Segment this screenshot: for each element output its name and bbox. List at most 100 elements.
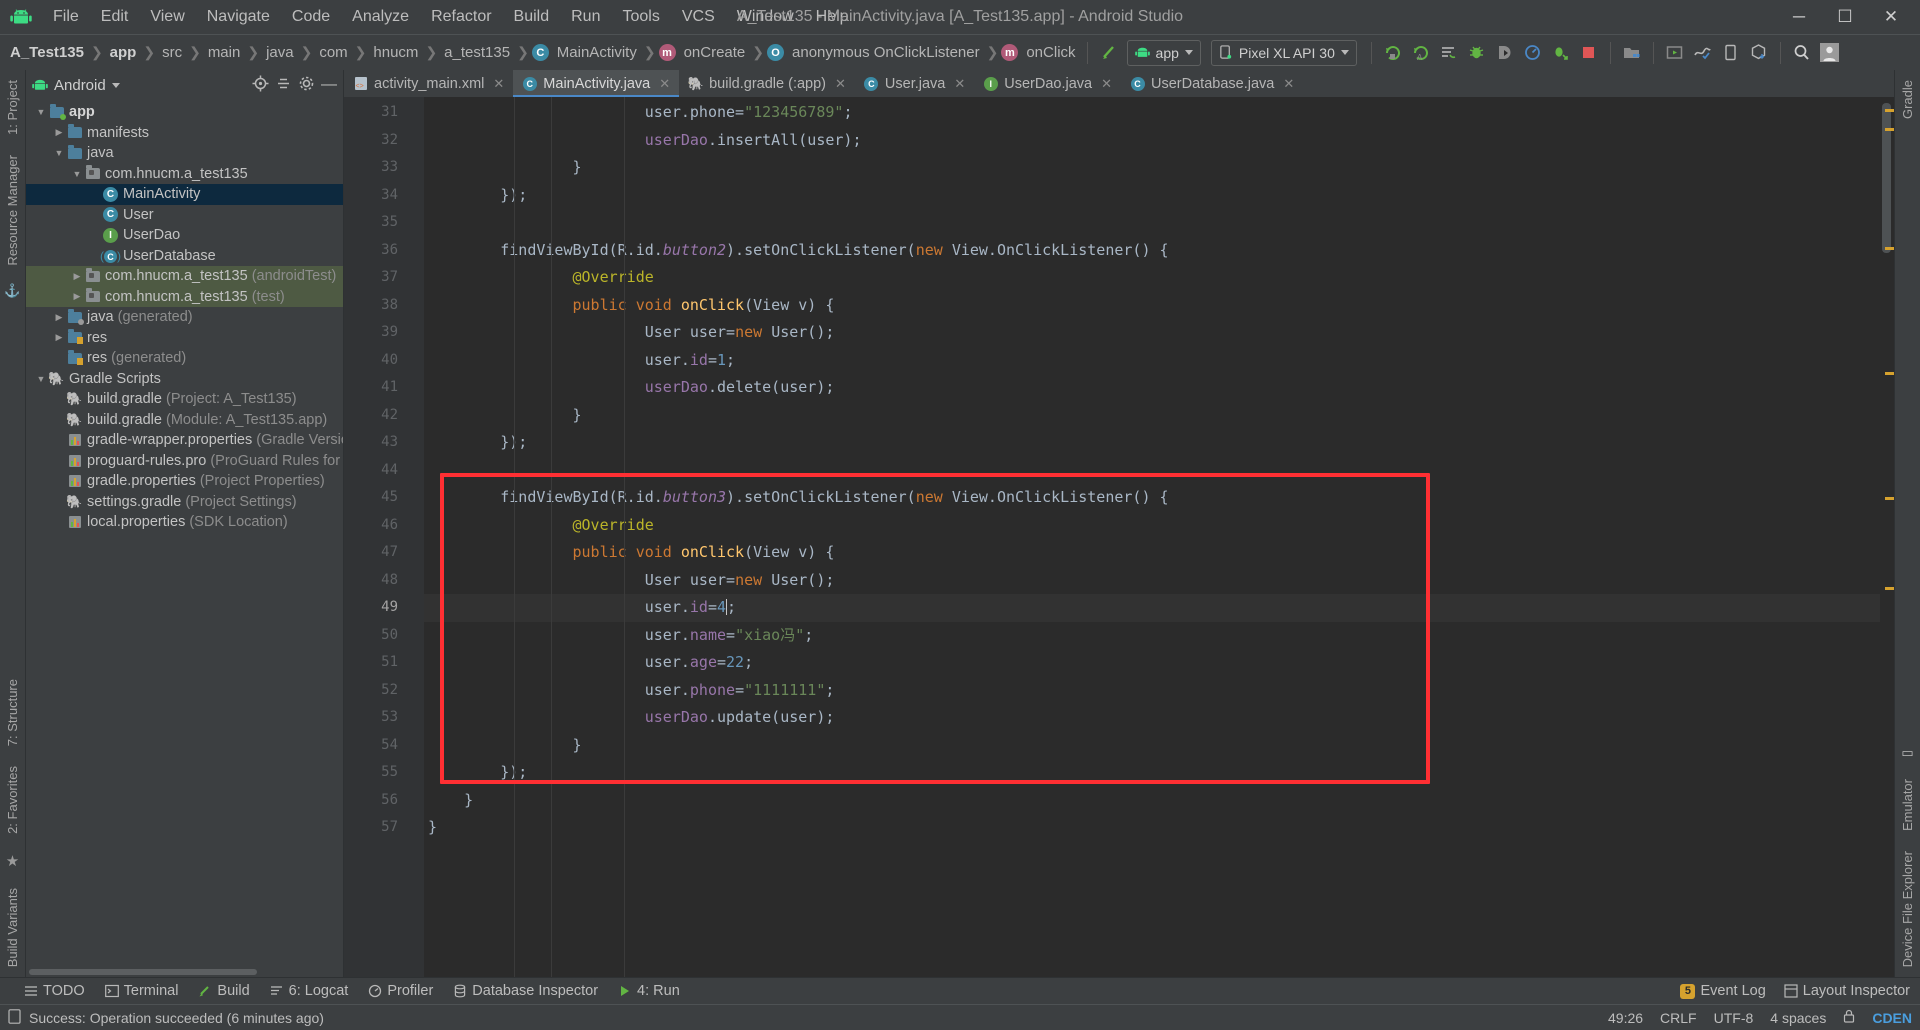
code-line[interactable]: findViewById(R.id.button2).setOnClickLis… [424, 237, 1880, 265]
line-number[interactable]: 45+ [344, 484, 424, 512]
code-line[interactable]: User user=new User(); [424, 319, 1880, 347]
code-line[interactable]: } [424, 814, 1880, 842]
code-line[interactable]: user.age=22; [424, 649, 1880, 677]
code-line[interactable]: }); [424, 429, 1880, 457]
device-file-explorer-icon[interactable] [1717, 39, 1745, 67]
tree-node[interactable]: proguard-rules.pro (ProGuard Rules for A… [26, 451, 343, 472]
code-line[interactable]: findViewById(R.id.button3).setOnClickLis… [424, 484, 1880, 512]
line-number[interactable]: 46 [344, 512, 406, 540]
collapse-all-icon[interactable] [275, 75, 292, 96]
tree-node[interactable]: local.properties (SDK Location) [26, 512, 343, 533]
bookmark-icon[interactable]: ⚓ [4, 283, 20, 299]
line-number[interactable]: 31 [344, 99, 406, 127]
line-number[interactable]: 37 [344, 264, 406, 292]
module-selector[interactable]: app [1126, 39, 1201, 66]
code-line[interactable]: User user=new User(); [424, 567, 1880, 595]
tree-node[interactable]: ▶ com.hnucm.a_test135 (androidTest) [26, 266, 343, 287]
make-project-icon[interactable] [1095, 39, 1123, 67]
rail-item-emulator[interactable]: Emulator [1900, 769, 1915, 841]
editor-tab[interactable]: <> activity_main.xml ✕ [344, 70, 513, 97]
tree-node[interactable]: ▶ com.hnucm.a_test135 (test) [26, 286, 343, 307]
tree-node[interactable]: gradle-wrapper.properties (Gradle Versio… [26, 430, 343, 451]
line-number[interactable]: 54- [344, 732, 424, 760]
line-number-gutter[interactable]: 313233-34-3536+3738+◉↑39404142-43-4445+4… [344, 97, 436, 977]
fold-gutter[interactable] [406, 97, 424, 977]
caret-position[interactable]: 49:26 [1608, 1010, 1643, 1026]
maximize-button[interactable]: ☐ [1822, 0, 1868, 34]
line-number[interactable]: 56- [344, 787, 424, 815]
editor-tab[interactable]: 🐘 build.gradle (:app) ✕ [679, 70, 855, 97]
toolwindow-profiler[interactable]: Profiler [368, 983, 433, 999]
indent-setting[interactable]: 4 spaces [1770, 1010, 1826, 1026]
close-tab-icon[interactable]: ✕ [1283, 76, 1294, 92]
toolwindow-terminal[interactable]: Terminal [104, 983, 178, 999]
breadcrumb-a-test135[interactable]: a_test135 [440, 42, 514, 63]
run-with-coverage-icon[interactable]: A [1407, 39, 1435, 67]
tree-expand-arrow-icon[interactable]: ▼ [34, 374, 48, 384]
tree-node[interactable]: 🐘 build.gradle (Project: A_Test135) [26, 389, 343, 410]
tree-expand-arrow-icon[interactable]: ▶ [70, 291, 84, 302]
breadcrumb-mainactivity[interactable]: C MainActivity [531, 42, 641, 63]
tree-node[interactable]: ▼ java [26, 143, 343, 164]
breadcrumb-java[interactable]: java [262, 42, 298, 63]
tree-expand-arrow-icon[interactable]: ▼ [34, 107, 48, 117]
code-line[interactable]: user.id=4; [424, 594, 1880, 622]
line-number[interactable]: 57 [344, 814, 406, 842]
menu-run[interactable]: Run [560, 5, 611, 29]
breadcrumb-main[interactable]: main [204, 42, 245, 63]
code-line[interactable]: userDao.update(user); [424, 704, 1880, 732]
code-line[interactable]: }); [424, 759, 1880, 787]
tree-node[interactable]: ▼ 🐘 Gradle Scripts [26, 369, 343, 390]
rail-item-structure[interactable]: 7: Structure [5, 669, 20, 756]
code-line[interactable]: @Override [424, 512, 1880, 540]
line-number[interactable]: 38+◉↑ [344, 292, 436, 320]
rail-item-project[interactable]: 1: Project [5, 70, 20, 145]
sdk-manager-icon[interactable] [1618, 39, 1646, 67]
rail-item-gradle[interactable]: Gradle [1900, 70, 1915, 129]
close-tab-icon[interactable]: ✕ [659, 76, 670, 92]
editor-tab-bar[interactable]: <> activity_main.xml ✕ C MainActivity.java ✕ 🐘… [344, 70, 1894, 97]
tree-expand-arrow-icon[interactable]: ▶ [52, 332, 66, 343]
close-tab-icon[interactable]: ✕ [954, 76, 965, 92]
line-number[interactable]: 40 [344, 347, 406, 375]
project-tree[interactable]: ▼ app ▶ manifests ▼ java ▼ com.hnucm.a_test135 C… [26, 100, 343, 967]
line-number[interactable]: 52 [344, 677, 406, 705]
breadcrumb-hnucm[interactable]: hnucm [369, 42, 422, 63]
star-icon[interactable]: ★ [6, 852, 19, 870]
code-line[interactable]: userDao.delete(user); [424, 374, 1880, 402]
line-number[interactable]: 43- [344, 429, 424, 457]
profile-avatar-icon[interactable] [1816, 39, 1844, 67]
close-tab-icon[interactable]: ✕ [493, 76, 504, 92]
locate-icon[interactable] [252, 75, 269, 96]
line-number[interactable]: 51 [344, 649, 406, 677]
code-line[interactable]: @Override [424, 264, 1880, 292]
breadcrumb-app[interactable]: app [106, 42, 141, 63]
line-number[interactable]: 53 [344, 704, 406, 732]
close-button[interactable]: ✕ [1868, 0, 1914, 34]
scrollbar-thumb[interactable] [1882, 103, 1891, 253]
line-number[interactable]: 47+◉↑ [344, 539, 436, 567]
menu-file[interactable]: File [42, 5, 90, 29]
editor-tab[interactable]: C MainActivity.java ✕ [513, 70, 680, 97]
device-selector[interactable]: Pixel XL API 30 [1210, 39, 1357, 66]
profiler-icon[interactable] [1519, 39, 1547, 67]
breadcrumb-project[interactable]: A_Test135 [6, 42, 88, 63]
rail-item-favorites[interactable]: 2: Favorites [5, 756, 20, 844]
apply-changes-icon[interactable] [1435, 39, 1463, 67]
code-line[interactable]: } [424, 732, 1880, 760]
editor-tab[interactable]: C UserDatabase.java ✕ [1121, 70, 1303, 97]
read-only-lock-icon[interactable] [1843, 1009, 1855, 1026]
attach-debugger-icon[interactable] [1491, 39, 1519, 67]
code-editor[interactable]: 313233-34-3536+3738+◉↑39404142-43-4445+4… [344, 97, 1894, 977]
code-line[interactable]: public void onClick(View v) { [424, 539, 1880, 567]
code-line[interactable] [424, 209, 1880, 237]
tree-node[interactable]: ▼ com.hnucm.a_test135 [26, 164, 343, 185]
rail-item-resource-manager[interactable]: Resource Manager [5, 145, 20, 276]
tree-node[interactable]: ▶ java (generated) [26, 307, 343, 328]
code-line[interactable]: user.id=1; [424, 347, 1880, 375]
toolwindow-database-inspector[interactable]: Database Inspector [453, 983, 598, 999]
code-line[interactable]: user.phone="123456789"; [424, 99, 1880, 127]
code-line[interactable]: userDao.insertAll(user); [424, 127, 1880, 155]
editor-tab[interactable]: I UserDao.java ✕ [974, 70, 1121, 97]
menu-window[interactable]: Window [726, 5, 805, 29]
